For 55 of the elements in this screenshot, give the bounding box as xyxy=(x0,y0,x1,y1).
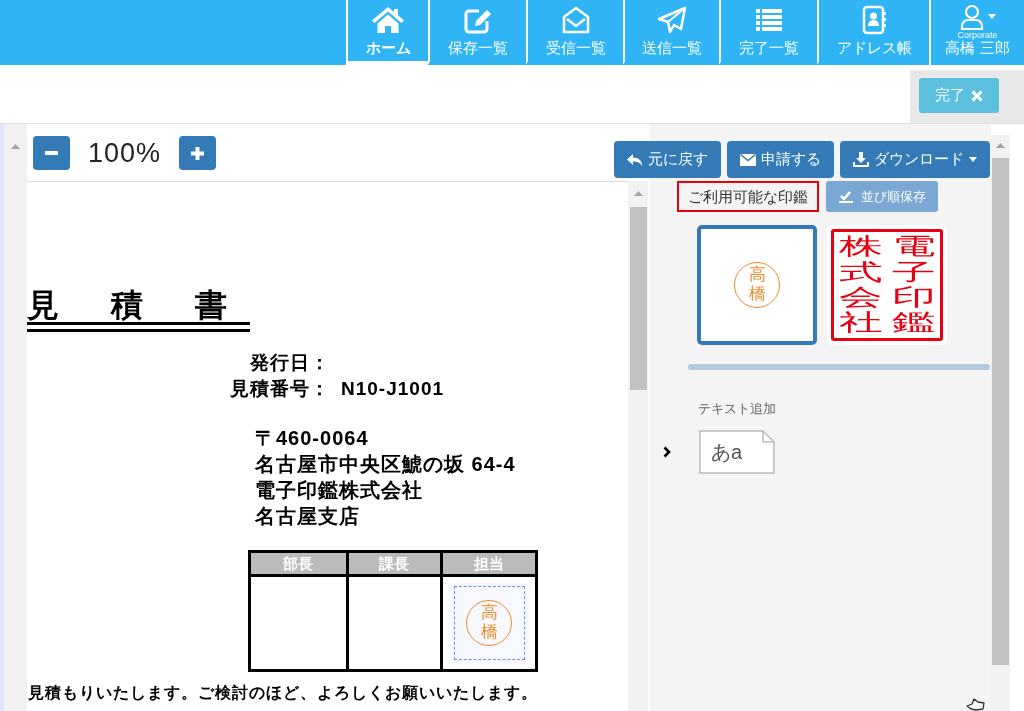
reply-arrow-icon xyxy=(627,152,643,167)
table-header-cell: 部長 xyxy=(251,553,346,577)
close-icon xyxy=(971,89,983,102)
nav-tab[interactable]: 受信一覧 xyxy=(526,0,623,65)
address-line: 名古屋市中央区鯱の坂 64-4 xyxy=(255,452,516,477)
user-name: 高橋 三郎 xyxy=(945,40,1010,56)
table-header-cell: 課長 xyxy=(345,553,441,577)
download-icon xyxy=(853,152,869,167)
address-line: 〒460-0064 xyxy=(255,426,369,451)
text-add-heading: テキスト追加 xyxy=(698,400,776,418)
zoom-out-button[interactable] xyxy=(33,136,70,170)
contact-book-icon xyxy=(861,5,887,35)
scrollbar[interactable] xyxy=(0,124,27,711)
caret-down-icon xyxy=(987,14,996,19)
table-header-cell: 担当 xyxy=(440,553,535,577)
scroll-up-icon[interactable] xyxy=(996,143,1005,148)
nav-tab[interactable]: 保存一覧 xyxy=(428,0,526,65)
closing-sentence: 見積もりいたします。ご検討のほど、よろしくお願いいたします。 xyxy=(27,683,538,703)
scroll-up-icon[interactable] xyxy=(633,191,643,196)
text-tile[interactable]: あa xyxy=(699,430,775,474)
stamp-outline-icon[interactable] xyxy=(966,698,986,711)
nav-tab[interactable]: 完了一覧 xyxy=(719,0,817,65)
nav-tab[interactable]: 送信一覧 xyxy=(623,0,719,65)
check-underline-icon xyxy=(838,190,853,203)
stamp-frame[interactable]: 高橋 xyxy=(453,586,525,660)
undo-button[interactable]: 元に戻す xyxy=(614,141,721,178)
stamp-tile[interactable]: 高橋 xyxy=(697,225,817,345)
paper-plane-icon xyxy=(657,6,687,34)
field-value: N10-J1001 xyxy=(340,377,445,401)
address-line: 電子印鑑株式会社 xyxy=(255,478,423,503)
chevron-right-icon[interactable] xyxy=(663,446,671,458)
scrollbar[interactable] xyxy=(628,181,648,711)
scrollbar[interactable] xyxy=(991,135,1010,711)
zoom-in-button[interactable] xyxy=(179,136,217,170)
minus-icon xyxy=(45,151,58,155)
plus-icon xyxy=(191,146,205,160)
envelope-icon xyxy=(740,153,756,166)
scroll-up-icon[interactable] xyxy=(11,144,20,149)
zoom-level: 100% xyxy=(88,137,162,169)
list-icon xyxy=(754,7,784,33)
submit-button[interactable]: 申請する xyxy=(727,141,834,178)
done-button[interactable]: 完了 xyxy=(919,78,999,113)
user-menu[interactable]: Corporate 高橋 三郎 xyxy=(929,0,1024,65)
nav-tab[interactable]: アドレス帳 xyxy=(817,0,929,65)
download-button[interactable]: ダウンロード xyxy=(840,141,990,178)
field-label: 見積番号： xyxy=(230,377,330,401)
account-type-label: Corporate xyxy=(957,30,998,40)
field-label: 発行日： xyxy=(250,351,330,375)
document-title: 見 積 書 xyxy=(27,288,250,332)
envelope-icon xyxy=(560,6,591,34)
nav-tab[interactable]: ホーム xyxy=(346,0,428,65)
stamps-tab[interactable]: ご利用可能な印鑑 xyxy=(677,181,819,212)
user-icon xyxy=(959,3,984,30)
home-icon xyxy=(372,6,404,34)
address-line: 名古屋支店 xyxy=(255,504,360,529)
